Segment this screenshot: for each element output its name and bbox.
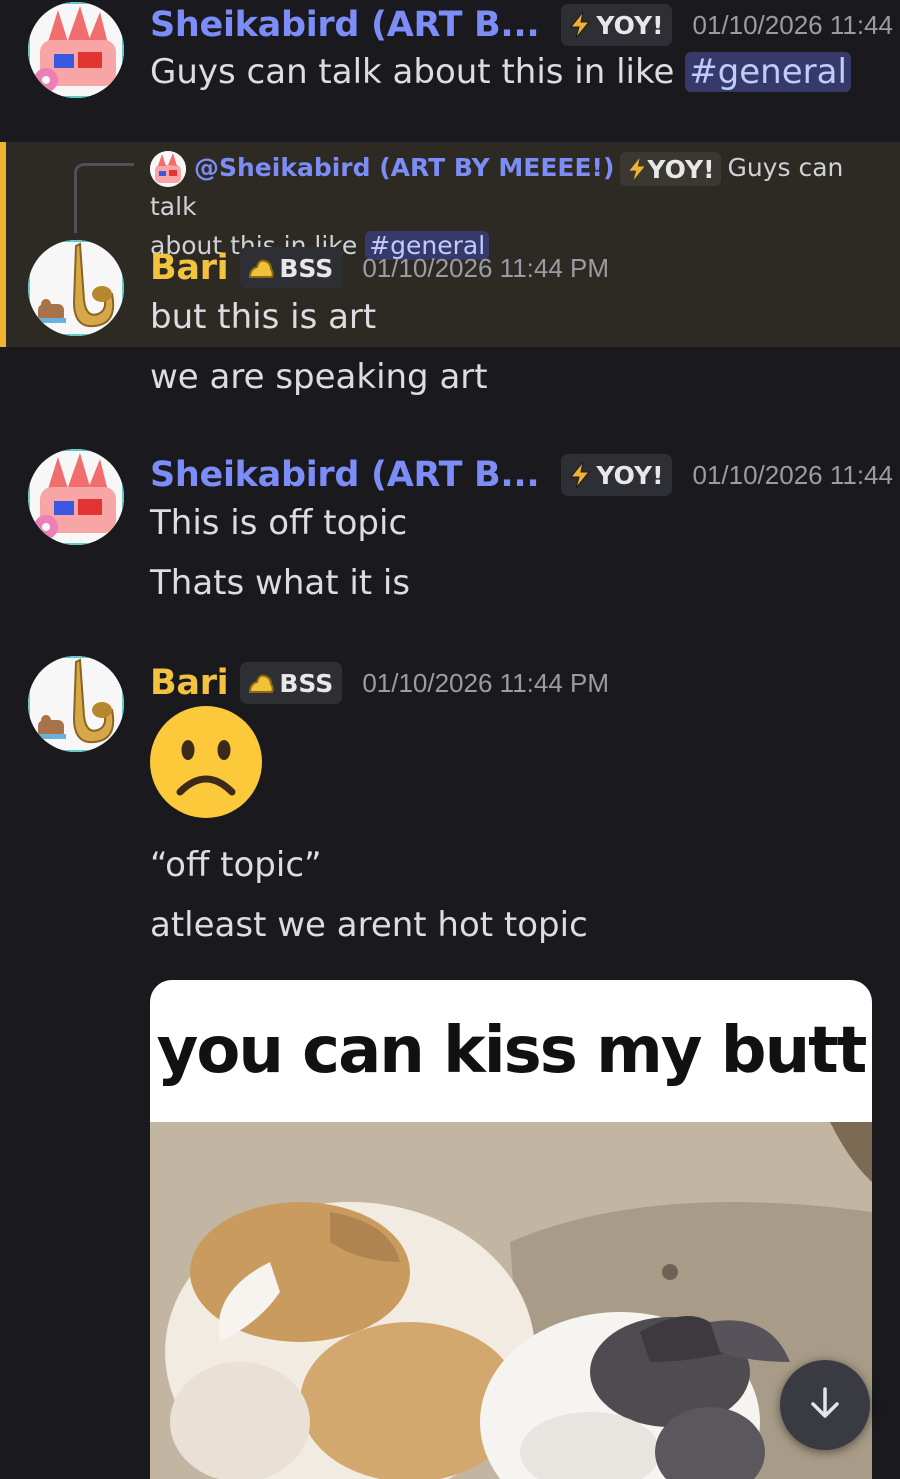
channel-mention[interactable]: #general xyxy=(685,52,851,92)
author-name[interactable]: Bari xyxy=(150,248,229,288)
message-text-body: Guys can talk about this in like xyxy=(150,52,686,92)
lightning-icon xyxy=(629,158,645,180)
image-attachment[interactable]: you can kiss my butt xyxy=(150,980,872,1479)
avatar-bari[interactable] xyxy=(28,240,124,336)
timestamp: 01/10/2026 11:44 PM xyxy=(692,459,900,490)
message-text: “off topic” xyxy=(150,845,322,885)
lightning-icon xyxy=(568,11,592,39)
timestamp: 01/10/2026 11:44 PM xyxy=(362,252,610,283)
reply-avatar xyxy=(150,151,186,187)
lightning-icon xyxy=(568,461,592,489)
message-text: Guys can talk about this in like #genera… xyxy=(150,52,851,92)
frowning-face-emoji[interactable] xyxy=(150,706,262,818)
meme-caption: you can kiss my butt xyxy=(156,1014,868,1088)
reply-author[interactable]: @Sheikabird (ART BY MEEEE!) xyxy=(194,153,614,182)
message-text: but this is art xyxy=(150,297,377,337)
role-tag-label: BSS xyxy=(279,253,334,283)
timestamp: 01/10/2026 11:44 PM xyxy=(692,9,900,40)
avatar-sheikabird[interactable] xyxy=(28,2,124,98)
role-tag-label: YOY! xyxy=(596,10,664,40)
pile-icon xyxy=(247,670,275,696)
reply-role-tag: YOY! xyxy=(620,152,722,186)
avatar-sheikabird[interactable] xyxy=(28,449,124,545)
author-name[interactable]: Sheikabird (ART B... xyxy=(150,455,540,495)
arrow-down-icon xyxy=(805,1383,845,1427)
message-text: Thats what it is xyxy=(150,563,411,603)
message-text: This is off topic xyxy=(150,503,408,543)
role-tag[interactable]: YOY! xyxy=(561,454,673,496)
timestamp: 01/10/2026 11:44 PM xyxy=(362,667,610,698)
pile-icon xyxy=(247,255,275,281)
reply-connector xyxy=(74,163,134,233)
author-name[interactable]: Bari xyxy=(150,663,229,703)
reply-role-label: YOY! xyxy=(647,154,715,184)
role-tag[interactable]: YOY! xyxy=(561,4,673,46)
avatar-bari[interactable] xyxy=(28,656,124,752)
role-tag-label: BSS xyxy=(279,668,334,698)
role-tag-label: YOY! xyxy=(596,460,664,490)
message-text: atleast we arent hot topic xyxy=(150,905,588,945)
jump-to-present-button[interactable] xyxy=(780,1360,870,1450)
role-tag[interactable]: BSS xyxy=(240,247,343,289)
message-text: we are speaking art xyxy=(150,357,488,397)
bunny-photo xyxy=(150,1122,872,1479)
role-tag[interactable]: BSS xyxy=(240,662,343,704)
highlight-bar xyxy=(0,142,6,347)
author-name[interactable]: Sheikabird (ART B... xyxy=(150,5,540,45)
